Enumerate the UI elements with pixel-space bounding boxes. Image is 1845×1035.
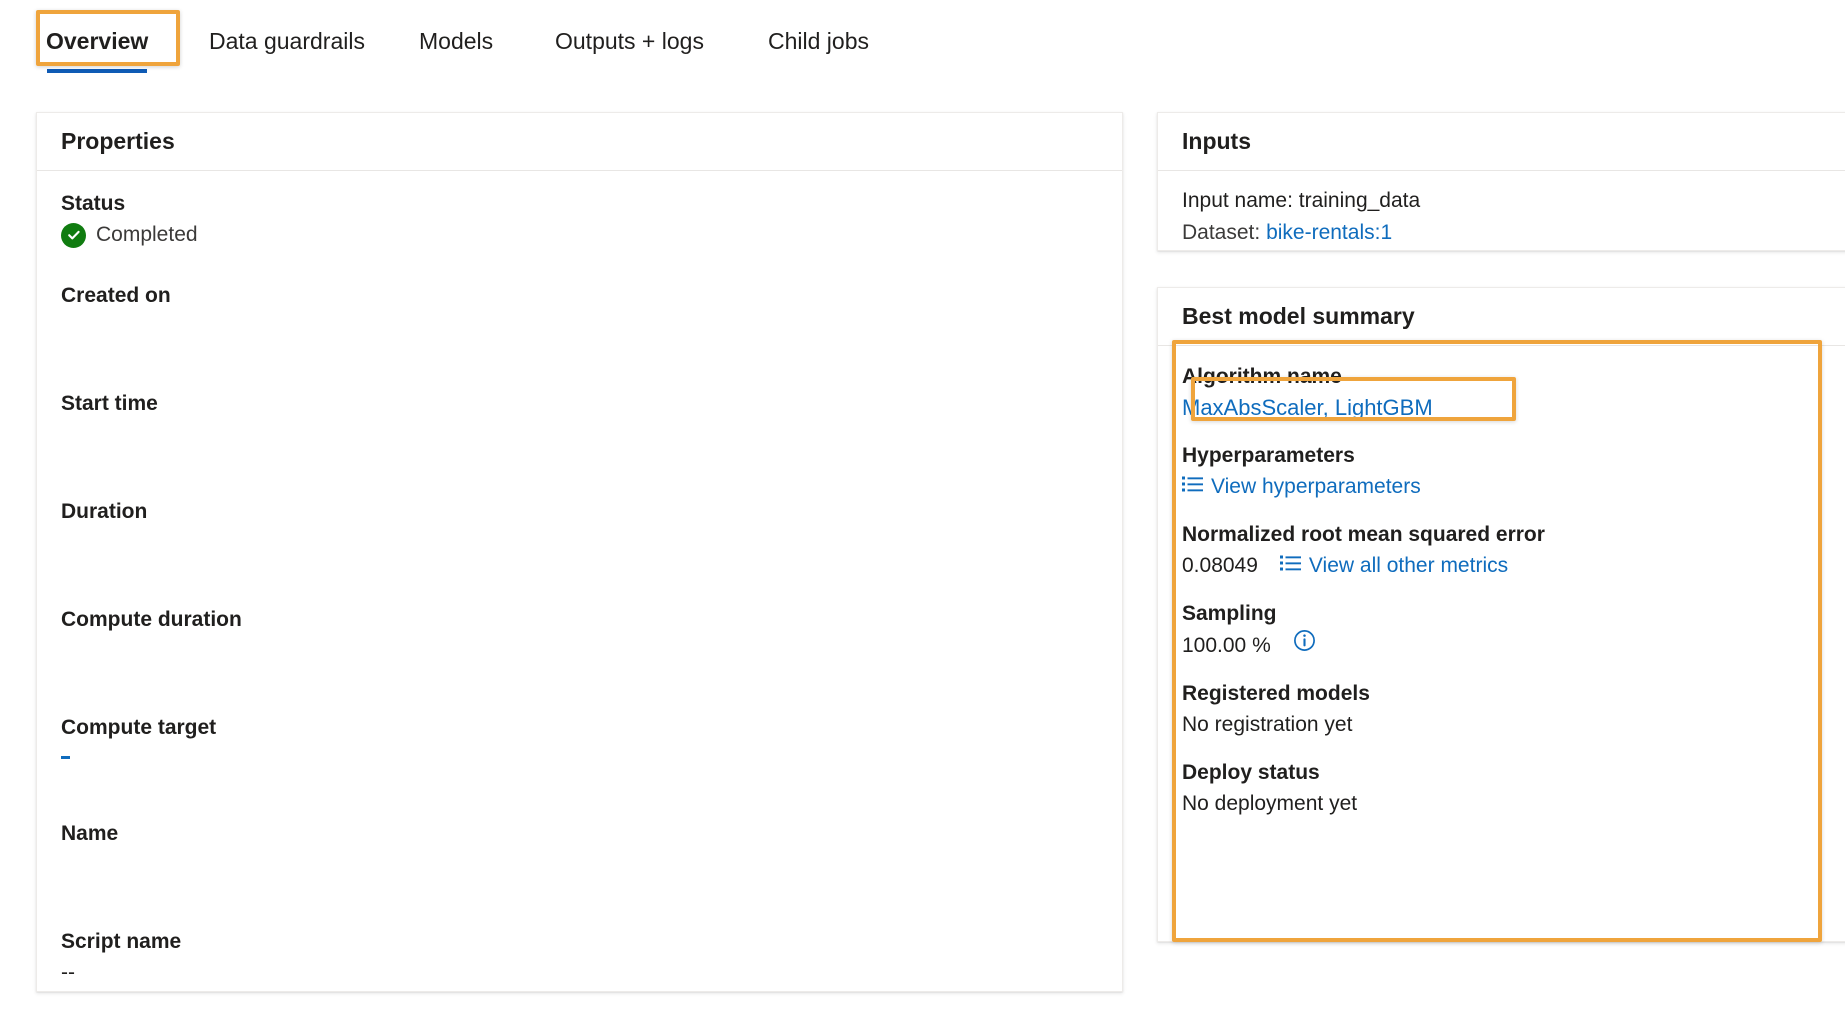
property-value-name (61, 849, 1098, 875)
properties-panel: Properties Status Completed Created on S… (36, 112, 1123, 992)
tab-overview[interactable]: Overview (44, 22, 150, 73)
dataset-label: Dataset: (1182, 221, 1261, 244)
property-row-script-name: Script name -- (61, 927, 1098, 989)
algorithm-name-value: MaxAbsScaler, LightGBM (1182, 392, 1845, 424)
tab-active-underline (47, 69, 148, 73)
input-name-label: Input name: (1182, 189, 1293, 212)
property-row-status: Status Completed (61, 189, 1098, 251)
property-row-duration: Duration (61, 497, 1098, 553)
tab-child-jobs[interactable]: Child jobs (766, 22, 871, 60)
view-all-other-metrics-link[interactable]: View all other metrics (1309, 550, 1508, 582)
sampling-value: 100.00 % (1182, 633, 1271, 657)
best-model-row-algorithm: Algorithm name MaxAbsScaler, LightGBM (1182, 362, 1845, 424)
hyperparameters-label: Hyperparameters (1182, 444, 1355, 467)
best-model-row-registered-models: Registered models No registration yet (1182, 679, 1845, 741)
property-row-compute-target: Compute target (61, 713, 1098, 771)
tab-models[interactable]: Models (417, 22, 495, 60)
property-row-name: Name (61, 819, 1098, 875)
properties-panel-header: Properties (37, 113, 1122, 171)
registered-models-label: Registered models (1182, 682, 1370, 705)
property-row-start-time: Start time (61, 389, 1098, 445)
deploy-status-label: Deploy status (1182, 761, 1320, 784)
dataset-link[interactable]: bike-rentals:1 (1266, 221, 1392, 244)
list-icon (1279, 550, 1301, 582)
tab-overview-label: Overview (46, 28, 149, 54)
tab-child-jobs-label: Child jobs (768, 28, 869, 54)
property-value-duration (61, 527, 1098, 553)
property-label-script-name: Script name (61, 930, 182, 953)
property-value-created-on (61, 311, 1098, 337)
property-value-start-time (61, 419, 1098, 445)
inputs-panel-body: Input name: training_data Dataset: bike-… (1158, 171, 1845, 263)
property-value-status-text: Completed (96, 223, 198, 246)
best-model-panel-header: Best model summary (1158, 288, 1845, 346)
tab-models-label: Models (419, 28, 494, 54)
list-icon (1182, 471, 1203, 503)
property-label-start-time: Start time (61, 392, 158, 415)
property-row-compute-duration: Compute duration (61, 605, 1098, 661)
best-model-row-deploy-status: Deploy status No deployment yet (1182, 758, 1845, 820)
metric-value: 0.08049 (1182, 554, 1258, 577)
property-value-compute-duration (61, 635, 1098, 661)
property-value-status: Completed (61, 219, 1098, 251)
properties-panel-body: Status Completed Created on Start time D… (37, 171, 1122, 1035)
inputs-panel-header: Inputs (1158, 113, 1845, 171)
algorithm-name-link[interactable]: MaxAbsScaler, LightGBM (1182, 392, 1433, 424)
tab-data-guardrails-label: Data guardrails (209, 28, 365, 54)
tab-outputs-logs-label: Outputs + logs (555, 28, 704, 54)
best-model-row-hyperparameters: Hyperparameters View hyperparameters (1182, 441, 1845, 503)
compute-target-link-stub[interactable] (61, 755, 70, 759)
input-name-line: Input name: training_data (1182, 185, 1845, 217)
property-label-created-on: Created on (61, 284, 171, 307)
info-icon[interactable] (1293, 629, 1316, 662)
tab-bar: Overview Data guardrails Models Outputs … (0, 0, 1845, 86)
algorithm-name-label: Algorithm name (1182, 365, 1342, 388)
input-name-value: training_data (1298, 189, 1421, 212)
property-value-compute-target[interactable] (61, 743, 1098, 771)
properties-panel-title: Properties (61, 128, 175, 154)
best-model-summary-panel: Best model summary Algorithm name MaxAbs… (1157, 287, 1845, 942)
metric-value-row: 0.08049 View all other metrics (1182, 550, 1845, 582)
property-label-compute-target: Compute target (61, 716, 217, 739)
property-value-script-name: -- (61, 961, 75, 984)
tab-data-guardrails[interactable]: Data guardrails (207, 22, 367, 60)
property-label-status: Status (61, 192, 126, 215)
inputs-panel: Inputs Input name: training_data Dataset… (1157, 112, 1845, 251)
deploy-status-value: No deployment yet (1182, 792, 1358, 815)
metric-label: Normalized root mean squared error (1182, 523, 1545, 546)
property-row-created-on: Created on (61, 281, 1098, 337)
sampling-label: Sampling (1182, 602, 1277, 625)
dataset-line: Dataset: bike-rentals:1 (1182, 217, 1845, 249)
inputs-panel-title: Inputs (1182, 128, 1251, 154)
property-label-name: Name (61, 822, 119, 845)
property-label-compute-duration: Compute duration (61, 608, 242, 631)
view-hyperparameters-link[interactable]: View hyperparameters (1211, 471, 1421, 503)
registered-models-value: No registration yet (1182, 713, 1353, 736)
check-circle-icon (61, 222, 86, 248)
tab-outputs-logs[interactable]: Outputs + logs (553, 22, 706, 60)
hyperparameters-value[interactable]: View hyperparameters (1182, 471, 1845, 503)
best-model-panel-title: Best model summary (1182, 303, 1415, 329)
best-model-row-metric: Normalized root mean squared error 0.080… (1182, 520, 1845, 582)
property-label-duration: Duration (61, 500, 148, 523)
best-model-panel-body: Algorithm name MaxAbsScaler, LightGBM Hy… (1158, 346, 1845, 836)
best-model-row-sampling: Sampling 100.00 % (1182, 599, 1845, 662)
sampling-value-row: 100.00 % (1182, 629, 1845, 662)
